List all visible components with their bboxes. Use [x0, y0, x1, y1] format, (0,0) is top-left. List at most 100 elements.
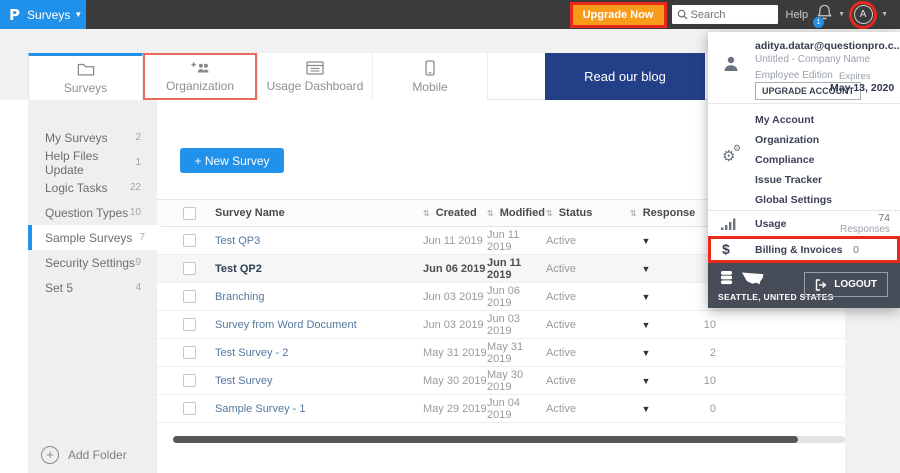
help-link[interactable]: Help: [786, 9, 809, 21]
row-actions-dropdown[interactable]: ▼: [642, 376, 651, 386]
usa-map-icon: [742, 272, 764, 284]
status-cell: Active: [546, 346, 576, 359]
created-cell: Jun 06 2019: [423, 262, 486, 275]
billing-label: Billing & Invoices: [755, 244, 843, 256]
modified-cell: May 30 2019: [487, 368, 524, 393]
account-dropdown-panel: aditya.datar@questionpro.c... Untitled -…: [708, 32, 900, 308]
row-checkbox[interactable]: [183, 290, 196, 303]
sidebar-item-set-5[interactable]: Set 5 4: [28, 275, 157, 300]
tab-usage-dashboard[interactable]: Usage Dashboard: [258, 53, 373, 100]
survey-name-link[interactable]: Branching: [215, 291, 265, 303]
person-icon: [721, 54, 741, 79]
status-cell: Active: [546, 318, 576, 331]
tab-surveys[interactable]: Surveys: [28, 53, 143, 100]
folder-count: 7: [139, 232, 145, 243]
modified-cell: Jun 04 2019: [487, 396, 521, 421]
row-actions-dropdown[interactable]: ▼: [642, 292, 651, 302]
notifications-button[interactable]: 1: [813, 4, 832, 28]
survey-name-link[interactable]: Test Survey: [215, 375, 272, 387]
survey-name-link[interactable]: Sample Survey - 1: [215, 403, 305, 415]
folder-count: 4: [135, 282, 141, 293]
row-actions-dropdown[interactable]: ▼: [642, 264, 651, 274]
sort-icon: ⇅: [423, 209, 430, 218]
add-folder-button[interactable]: + Add Folder: [28, 436, 157, 473]
folders-sidebar: My Surveys 2 Help Files Update 1 Logic T…: [28, 100, 161, 473]
survey-name-link[interactable]: Survey from Word Document: [215, 319, 357, 331]
select-all-checkbox[interactable]: [183, 206, 196, 220]
sidebar-item-security-settings[interactable]: Security Settings 9: [28, 250, 157, 275]
search-input[interactable]: [690, 8, 773, 21]
survey-name-link[interactable]: Test Survey - 2: [215, 347, 288, 359]
folder-label: My Surveys: [45, 130, 108, 145]
menu-item-my-account[interactable]: My Account: [708, 110, 900, 130]
notification-badge: 1: [813, 17, 825, 28]
new-survey-button[interactable]: + New Survey: [180, 148, 284, 173]
created-cell: Jun 11 2019: [423, 234, 483, 247]
folder-label: Security Settings: [45, 255, 136, 270]
chevron-down-icon[interactable]: ▼: [881, 11, 888, 18]
modified-cell: May 31 2019: [487, 340, 524, 365]
mobile-icon: [425, 59, 435, 76]
folder-icon: [77, 63, 94, 76]
expires-label: Expires: [839, 71, 871, 82]
search-box: [671, 5, 778, 24]
account-menu: My Account Organization Compliance Issue…: [708, 110, 900, 210]
folder-list: My Surveys 2 Help Files Update 1 Logic T…: [28, 125, 161, 300]
row-checkbox[interactable]: [183, 318, 196, 331]
modified-cell: Jun 06 2019: [487, 284, 521, 309]
row-checkbox[interactable]: [183, 234, 196, 247]
row-actions-dropdown[interactable]: ▼: [642, 348, 651, 358]
read-our-blog-button[interactable]: Read our blog: [545, 53, 705, 100]
table-row: Test Survey May 30 2019 May 30 2019 Acti…: [157, 367, 845, 395]
gears-icon: ⚙ ⚙: [722, 143, 742, 165]
database-icon: [720, 270, 733, 285]
survey-name-link[interactable]: Test QP2: [215, 263, 262, 275]
tab-label: Mobile: [412, 79, 448, 94]
logout-icon: [816, 278, 827, 291]
menu-item-global-settings[interactable]: Global Settings: [708, 190, 900, 210]
avatar[interactable]: A: [853, 5, 873, 24]
add-folder-label: Add Folder: [68, 447, 127, 462]
sidebar-item-help-files-update[interactable]: Help Files Update 1: [28, 148, 157, 177]
questionpro-logo-icon: P: [9, 5, 20, 24]
horizontal-scrollbar-track[interactable]: [173, 436, 845, 443]
brand-surveys-menu[interactable]: P Surveys ▼: [0, 0, 86, 29]
modified-cell: Jun 03 2019: [487, 312, 521, 337]
sidebar-item-logic-tasks[interactable]: Logic Tasks 22: [28, 175, 157, 200]
sidebar-item-my-surveys[interactable]: My Surveys 2: [28, 125, 157, 150]
header-survey-name: Survey Name: [215, 207, 285, 219]
header-modified[interactable]: ⇅ Modified: [487, 207, 546, 219]
billing-invoices-row-annotated[interactable]: $ Billing & Invoices 0: [708, 236, 900, 263]
row-actions-dropdown[interactable]: ▼: [642, 236, 651, 246]
row-actions-dropdown[interactable]: ▼: [642, 320, 651, 330]
tab-label: Usage Dashboard: [266, 78, 364, 93]
dashboard-icon: [306, 60, 324, 75]
modified-cell: Jun 11 2019: [487, 256, 522, 281]
header-status[interactable]: ⇅ Status: [546, 207, 616, 219]
upgrade-now-button[interactable]: Upgrade Now: [572, 4, 664, 25]
sidebar-item-question-types[interactable]: Question Types 10: [28, 200, 157, 225]
sort-icon: ⇅: [630, 209, 637, 218]
chevron-down-icon[interactable]: ▼: [838, 11, 845, 18]
chevron-down-icon: ▼: [74, 10, 83, 19]
row-checkbox[interactable]: [183, 262, 196, 275]
row-checkbox[interactable]: [183, 374, 196, 387]
horizontal-scrollbar-thumb[interactable]: [173, 436, 798, 443]
row-actions-dropdown[interactable]: ▼: [642, 404, 651, 414]
tab-mobile[interactable]: Mobile: [373, 53, 488, 100]
search-icon: [677, 9, 688, 20]
row-checkbox[interactable]: [183, 346, 196, 359]
sidebar-item-sample-surveys[interactable]: Sample Surveys 7: [28, 225, 161, 250]
menu-item-issue-tracker[interactable]: Issue Tracker: [708, 170, 900, 190]
responses-cell: 10: [703, 318, 716, 331]
responses-cell: 0: [709, 402, 716, 415]
logout-button[interactable]: LOGOUT: [804, 272, 888, 297]
responses-cell: 10: [703, 374, 716, 387]
usage-row[interactable]: Usage 74 Responses: [708, 212, 900, 236]
folder-label: Help Files Update: [45, 148, 99, 177]
row-checkbox[interactable]: [183, 402, 196, 415]
survey-name-link[interactable]: Test QP3: [215, 235, 260, 247]
tab-organization[interactable]: Organization: [143, 53, 258, 100]
header-created[interactable]: ⇅ Created: [423, 207, 487, 219]
divider: [708, 103, 900, 104]
